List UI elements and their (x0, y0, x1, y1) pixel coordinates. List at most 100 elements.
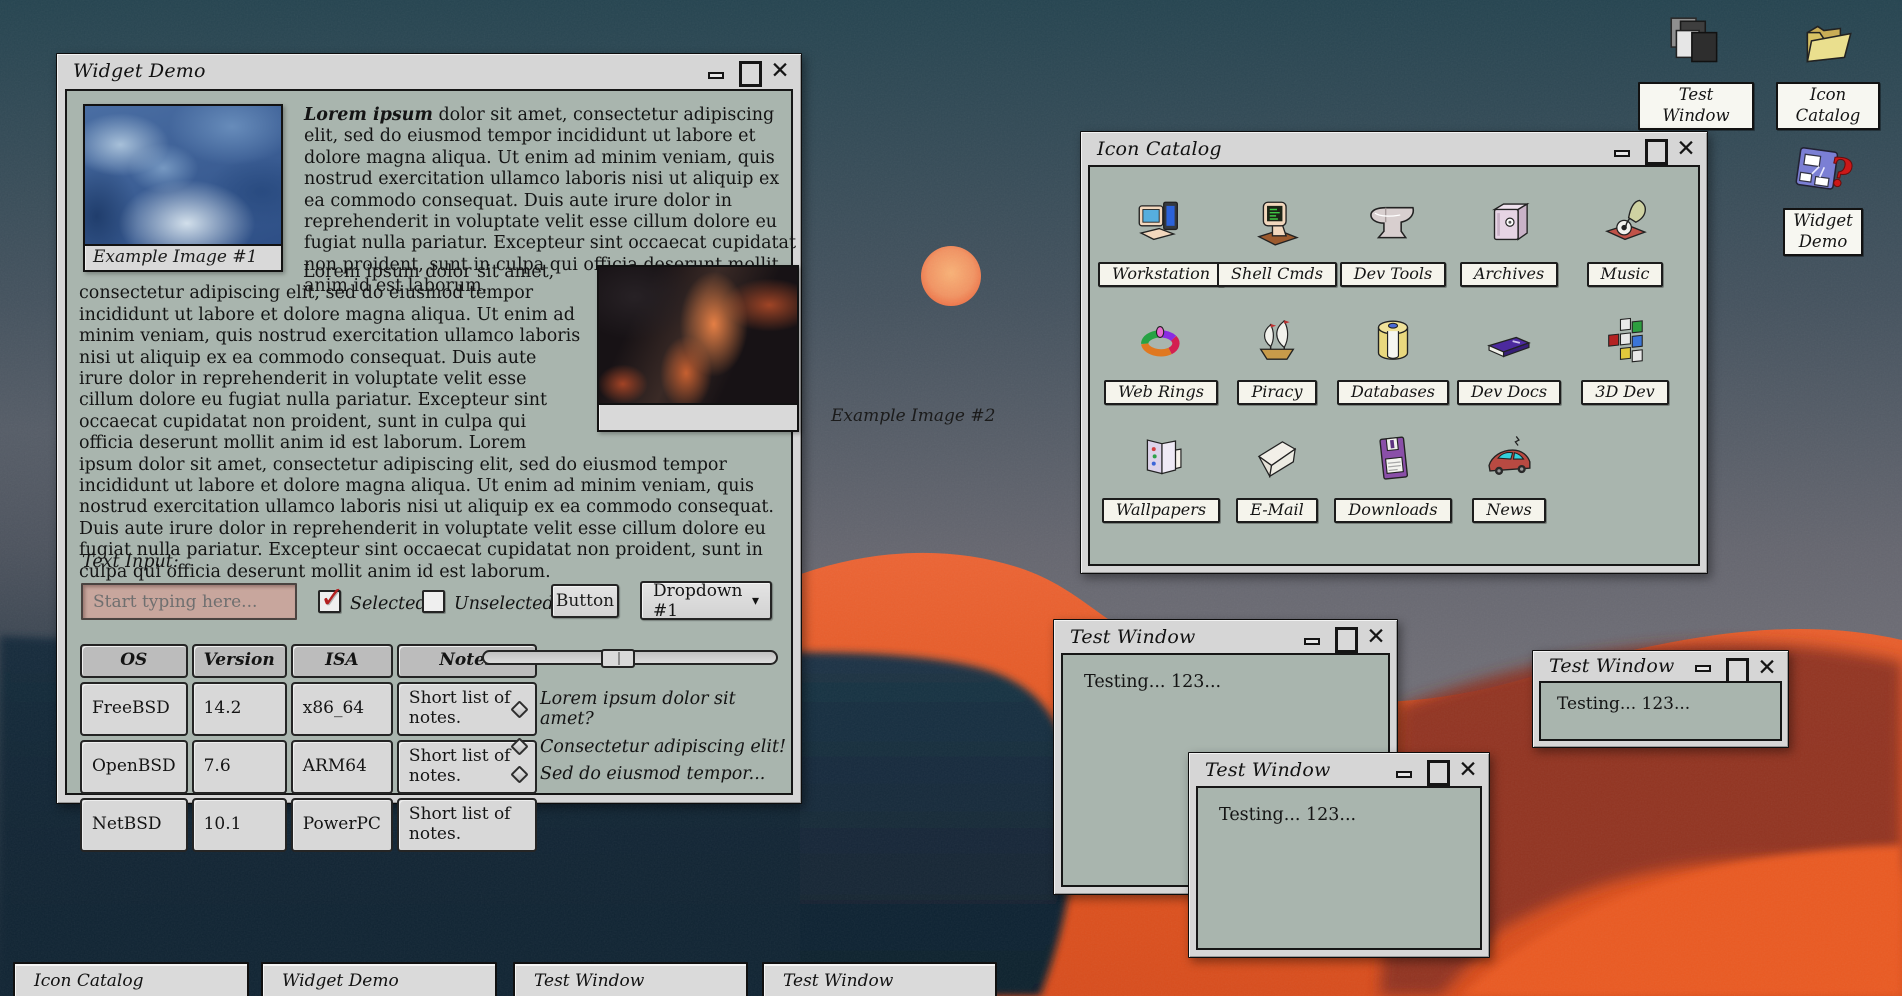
close-button[interactable]: ✕ (1457, 757, 1479, 783)
catalog-item-music[interactable]: Music (1567, 195, 1683, 287)
table-cell[interactable]: x86_64 (291, 682, 393, 736)
catalog-item-3d-dev[interactable]: 3D Dev (1567, 313, 1683, 405)
desktop-icon-icon-catalog[interactable]: Icon Catalog (1776, 12, 1880, 130)
window-title: Icon Catalog (1097, 138, 1222, 160)
catalog-item-label[interactable]: Dev Docs (1457, 380, 1561, 405)
ship-icon (1245, 313, 1309, 371)
catalog-item-label[interactable]: Wallpapers (1102, 498, 1220, 523)
book-icon (1477, 313, 1541, 371)
table-cell[interactable]: ARM64 (291, 740, 393, 794)
catalog-item-label[interactable]: Web Rings (1104, 380, 1218, 405)
catalog-item-label[interactable]: E-Mail (1236, 498, 1318, 523)
checkbox-selected-label: Selected (350, 594, 427, 614)
demo-button[interactable]: Button (551, 584, 619, 618)
stacked-windows-icon (1663, 12, 1729, 78)
maximize-button[interactable] (1425, 757, 1447, 783)
close-button[interactable]: ✕ (769, 58, 791, 84)
desktop-icon-label[interactable]: WidgetDemo (1783, 208, 1862, 256)
catalog-item-label[interactable]: Downloads (1334, 498, 1451, 523)
slider-handle[interactable] (601, 649, 635, 668)
minimize-button[interactable] (705, 58, 727, 84)
catalog-item-archives[interactable]: Archives (1451, 195, 1567, 287)
close-button[interactable]: ✕ (1756, 655, 1778, 677)
catalog-item-dev-docs[interactable]: Dev Docs (1451, 313, 1567, 405)
slider-track[interactable] (482, 650, 778, 665)
catalog-item-dev-tools[interactable]: Dev Tools (1335, 195, 1451, 287)
desktop-icon-label[interactable]: Test Window (1638, 82, 1754, 130)
checkbox-unselected[interactable] (422, 590, 445, 613)
table-cell[interactable]: OpenBSD (80, 740, 188, 794)
chevron-down-icon: ▾ (752, 593, 759, 609)
table-cell[interactable]: Short list of notes. (397, 798, 537, 852)
table-cell[interactable]: NetBSD (80, 798, 188, 852)
taskbar-button-icon-catalog[interactable]: Icon Catalog (13, 962, 249, 996)
catalog-item-news[interactable]: News (1451, 431, 1567, 523)
test-window-titlebar[interactable]: Test Window ✕ (1533, 651, 1788, 681)
catalog-item-label[interactable]: Workstation (1098, 262, 1224, 287)
catalog-item-workstation[interactable]: Workstation (1103, 195, 1219, 287)
widget-demo-window: Widget Demo ✕ Example Image #1 Lorem ips… (56, 53, 802, 804)
table-row: OpenBSD 7.6 ARM64 Short list of notes. (80, 740, 537, 794)
icon-catalog-titlebar[interactable]: Icon Catalog ✕ (1081, 132, 1707, 165)
taskbar-button-test-window[interactable]: Test Window (513, 962, 748, 996)
catalog-item-label[interactable]: Dev Tools (1340, 262, 1446, 287)
catalog-item-piracy[interactable]: Piracy (1219, 313, 1335, 405)
minimize-button[interactable] (1301, 624, 1323, 650)
test-window-text: Testing... 123... (1198, 788, 1480, 825)
catalog-item-databases[interactable]: Databases (1335, 313, 1451, 405)
maximize-button[interactable] (1724, 655, 1746, 677)
catalog-item-label[interactable]: Piracy (1237, 380, 1316, 405)
window-title: Test Window (1205, 759, 1330, 781)
table-cell[interactable]: 10.1 (192, 798, 287, 852)
close-button[interactable]: ✕ (1365, 624, 1387, 650)
maximize-button[interactable] (1333, 624, 1355, 650)
catalog-item-label[interactable]: Music (1587, 262, 1664, 287)
dropdown[interactable]: Dropdown #1 ▾ (640, 581, 772, 620)
table-cell[interactable]: 14.2 (192, 682, 287, 736)
test-window-content: Testing... 123... (1539, 681, 1782, 741)
folder-icon (1795, 12, 1861, 78)
close-button[interactable]: ✕ (1675, 136, 1697, 162)
test-window-text: Testing... 123... (1063, 655, 1388, 692)
checkbox-selected[interactable]: ✓ (318, 590, 341, 613)
maximize-button[interactable] (1643, 136, 1665, 162)
catalog-item-downloads[interactable]: Downloads (1335, 431, 1451, 523)
test-window-titlebar[interactable]: Test Window ✕ (1189, 753, 1489, 786)
catalog-item-wallpapers[interactable]: Wallpapers (1103, 431, 1219, 523)
window-title: Widget Demo (73, 60, 206, 82)
icon-catalog-window: Icon Catalog ✕ Workstation (1080, 131, 1708, 574)
list-item: Lorem ipsum dolor sit amet? (513, 689, 791, 729)
test-window-titlebar[interactable]: Test Window ✕ (1054, 620, 1397, 653)
desktop-icon-label[interactable]: Icon Catalog (1776, 82, 1880, 130)
window-title: Test Window (1549, 655, 1674, 677)
table-cell[interactable]: PowerPC (291, 798, 393, 852)
catalog-item-web-rings[interactable]: Web Rings (1103, 313, 1219, 405)
checkmark-icon: ✓ (320, 580, 344, 614)
gramophone-icon (1593, 195, 1657, 253)
maximize-button[interactable] (737, 58, 759, 84)
list-item: Consectetur adipiscing elit! (513, 737, 791, 757)
catalog-item-shell-cmds[interactable]: Shell Cmds (1219, 195, 1335, 287)
catalog-item-label[interactable]: Databases (1337, 380, 1449, 405)
safe-icon (1477, 195, 1541, 253)
desktop-icon-widget-demo[interactable]: ? WidgetDemo (1768, 138, 1878, 256)
minimize-button[interactable] (1393, 757, 1415, 783)
desktop-icon-test-window[interactable]: Test Window (1638, 12, 1754, 130)
catalog-item-label[interactable]: News (1472, 498, 1545, 523)
minimize-button[interactable] (1692, 655, 1714, 677)
catalog-item-label[interactable]: Shell Cmds (1217, 262, 1337, 287)
table-cell[interactable]: FreeBSD (80, 682, 188, 736)
minimize-button[interactable] (1611, 136, 1633, 162)
taskbar-button-widget-demo[interactable]: Widget Demo (261, 962, 497, 996)
test-window-3: Test Window ✕ Testing... 123... (1532, 650, 1789, 748)
taskbar-button-test-window[interactable]: Test Window (762, 962, 997, 996)
table-cell[interactable]: 7.6 (192, 740, 287, 794)
text-input[interactable] (81, 583, 297, 620)
widget-demo-titlebar[interactable]: Widget Demo ✕ (57, 54, 801, 87)
catalog-item-label[interactable]: 3D Dev (1581, 380, 1668, 405)
bullet-list: Lorem ipsum dolor sit amet? Consectetur … (513, 689, 791, 784)
catalog-item-email[interactable]: E-Mail (1219, 431, 1335, 523)
catalog-row: Web Rings Piracy Databases (1090, 313, 1698, 405)
catalog-item-label[interactable]: Archives (1460, 262, 1558, 287)
bullet-text: Lorem ipsum dolor sit amet? (540, 689, 791, 729)
